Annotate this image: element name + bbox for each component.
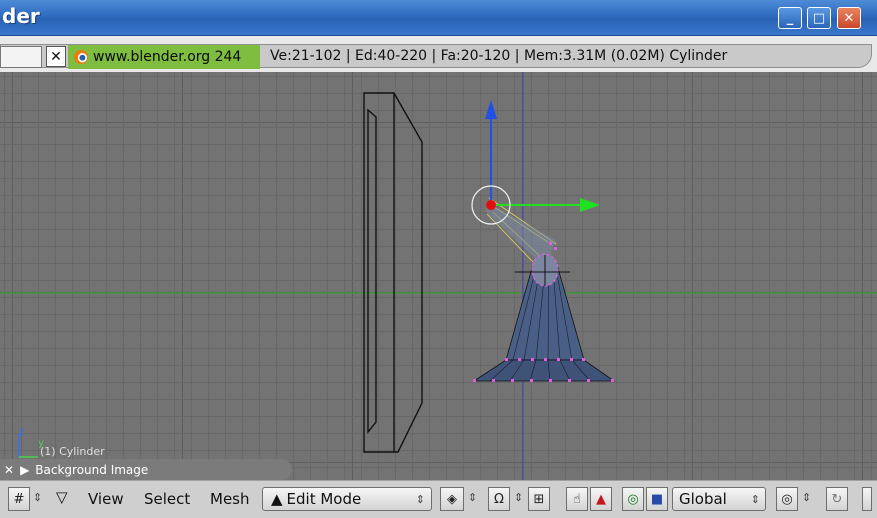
- mode-select-arrow-icon: ⇕: [415, 492, 425, 506]
- select-menu[interactable]: Select: [144, 490, 190, 508]
- close-window-button[interactable]: ✕: [837, 7, 861, 29]
- pivot-spinner-icon[interactable]: ⇕: [514, 491, 523, 504]
- info-header: ✕ www.blender.org 244 Ve:21-102 | Ed:40-…: [0, 36, 877, 72]
- lamp-base: [472, 359, 616, 382]
- background-image-panel[interactable]: ✕ ▶ Background Image: [0, 459, 292, 480]
- panel-close-icon[interactable]: ✕: [4, 463, 14, 477]
- pivot-icon[interactable]: Ω: [488, 487, 510, 511]
- blender-logo-icon: [74, 50, 88, 64]
- window-titlebar[interactable]: der _ □ ✕: [0, 0, 877, 36]
- window-title: der: [2, 4, 40, 28]
- active-object-label: (1) Cylinder: [40, 445, 105, 458]
- menu-collapse-icon[interactable]: ▽: [56, 488, 68, 506]
- proportional-spinner-icon[interactable]: ⇕: [802, 491, 811, 504]
- draw-type-spinner-icon[interactable]: ⇕: [468, 491, 477, 504]
- delete-screen-button[interactable]: ✕: [46, 46, 66, 67]
- draw-type-icon[interactable]: ◈: [440, 487, 464, 511]
- site-label: www.blender.org 244: [93, 49, 242, 65]
- orientation-arrow-icon: ⇕: [750, 492, 760, 506]
- edit-mode-icon: ▲: [271, 490, 283, 508]
- viewport-scene: [0, 72, 877, 480]
- grab-hand-icon[interactable]: ☝: [566, 487, 588, 511]
- mode-select[interactable]: ▲ Edit Mode ⇕: [262, 487, 432, 511]
- 3d-view-header: # ⇕ ▽ View Select Mesh ▲ Edit Mode ⇕ ◈ ⇕…: [0, 480, 877, 518]
- screen-selector[interactable]: [0, 46, 42, 68]
- editor-type-grid-icon[interactable]: #: [8, 487, 30, 511]
- vertex-select-icon[interactable]: ■: [646, 487, 668, 511]
- orientation-select[interactable]: Global ⇕: [672, 487, 766, 511]
- view-menu[interactable]: View: [88, 490, 124, 508]
- version-badge: www.blender.org 244: [68, 45, 260, 69]
- maximize-button[interactable]: □: [807, 7, 831, 29]
- toolbar-overflow[interactable]: [862, 487, 872, 511]
- manipulator-toggle-icon[interactable]: ⊞: [528, 487, 550, 511]
- scale-icon[interactable]: ◎: [622, 487, 644, 511]
- snap-icon[interactable]: ↻: [826, 487, 848, 511]
- proportional-edit-icon[interactable]: ◎: [776, 487, 798, 511]
- mesh-stats: Ve:21-102 | Ed:40-220 | Fa:20-120 | Mem:…: [270, 48, 728, 64]
- rotate-icon[interactable]: ▲: [590, 487, 612, 511]
- axis-z-label: z: [19, 425, 25, 438]
- editor-type-spinner-icon[interactable]: ⇕: [33, 491, 42, 504]
- frame-object: [363, 92, 423, 453]
- 3d-viewport[interactable]: z y (1) Cylinder: [0, 72, 877, 480]
- mesh-menu[interactable]: Mesh: [210, 490, 250, 508]
- minimize-button[interactable]: _: [778, 7, 802, 29]
- mode-select-value: Edit Mode: [286, 490, 362, 508]
- blender-window: { "window": { "title": "der" }, "window_…: [0, 0, 877, 518]
- background-image-label: Background Image: [35, 462, 149, 477]
- orientation-select-value: Global: [679, 490, 727, 508]
- panel-expand-icon[interactable]: ▶: [20, 463, 29, 477]
- transform-manipulator: [471, 100, 600, 225]
